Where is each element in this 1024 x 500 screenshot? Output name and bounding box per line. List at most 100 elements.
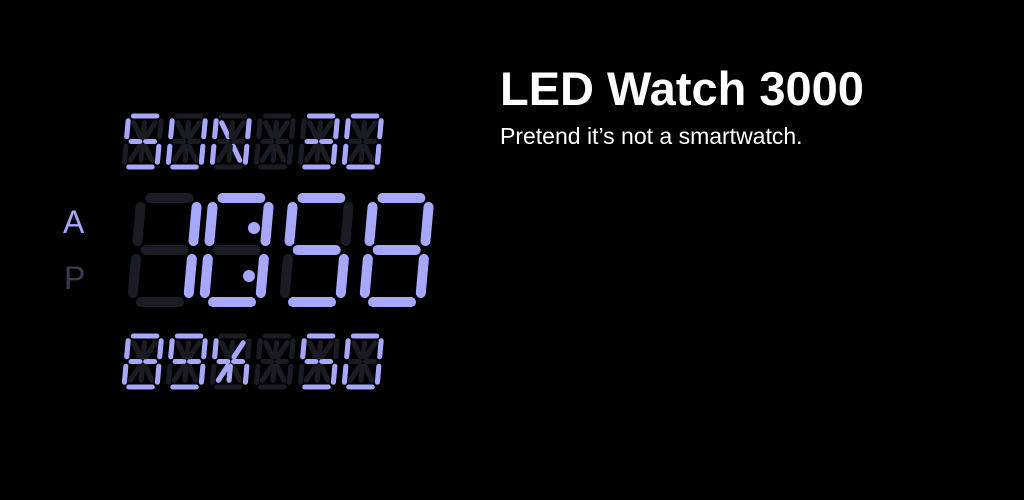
bottom-row-char-2: [209, 333, 252, 390]
segment-e: [121, 363, 129, 385]
segment-f: [212, 118, 219, 140]
am-indicator: A: [63, 204, 85, 240]
segment-b: [201, 338, 208, 360]
segment-f: [256, 118, 263, 140]
segment-i: [360, 120, 368, 140]
segment-j: [231, 340, 246, 360]
segment-m: [182, 363, 189, 383]
segment-k: [171, 363, 187, 383]
segment-c: [242, 143, 250, 165]
time-digit-3: [359, 193, 434, 307]
segment-l: [362, 363, 375, 383]
segment-m: [270, 143, 277, 163]
segment-c: [374, 143, 382, 165]
segment-c: [242, 363, 250, 385]
segment-h: [263, 340, 275, 360]
top-row-char-2: [209, 113, 252, 170]
segment-b: [289, 118, 296, 140]
segment-i: [228, 340, 236, 360]
segment-k: [347, 143, 363, 163]
time-colon-dot-1: [243, 270, 255, 282]
segment-f: [168, 118, 175, 140]
segment-m: [314, 363, 321, 383]
segment-c: [286, 143, 294, 165]
segment-f: [300, 118, 307, 140]
segment-h: [307, 120, 319, 140]
segment-j: [319, 340, 334, 360]
segment-i: [140, 120, 148, 140]
segment-k: [127, 363, 143, 383]
segment-b: [340, 202, 354, 246]
segment-h: [175, 120, 187, 140]
segment-e: [209, 363, 217, 385]
segment-e: [297, 143, 305, 165]
segment-m: [138, 363, 145, 383]
led-watch-display: A P: [0, 0, 480, 500]
segment-c: [335, 254, 349, 298]
segment-j: [363, 340, 378, 360]
segment-e: [297, 363, 305, 385]
segment-l: [186, 143, 199, 163]
segment-j: [143, 120, 158, 140]
segment-e: [121, 143, 129, 165]
segment-b: [260, 202, 274, 246]
segment-l: [230, 143, 243, 163]
segment-b: [188, 202, 202, 246]
segment-h: [175, 340, 187, 360]
segment-f: [168, 338, 175, 360]
segment-f: [124, 118, 131, 140]
segment-c: [415, 254, 429, 298]
segment-i: [360, 340, 368, 360]
led-segment-display: [121, 113, 434, 390]
segment-k: [259, 363, 275, 383]
segment-j: [319, 120, 334, 140]
time-digit-2: [279, 193, 354, 307]
segment-l: [142, 143, 155, 163]
segment-b: [377, 118, 384, 140]
segment-j: [187, 120, 202, 140]
segment-c: [286, 363, 294, 385]
segment-h: [263, 120, 275, 140]
segment-f: [124, 338, 131, 360]
segment-c: [255, 254, 269, 298]
segment-l: [230, 363, 243, 383]
segment-e: [341, 143, 349, 165]
segment-f: [132, 202, 146, 246]
segment-m: [138, 143, 145, 163]
top-row-char-1: [165, 113, 208, 170]
segment-i: [316, 120, 324, 140]
segment-e: [165, 363, 173, 385]
bottom-row-char-0: [121, 333, 164, 390]
segment-l: [186, 363, 199, 383]
segment-m: [226, 363, 233, 383]
segment-e: [279, 254, 293, 298]
segment-k: [303, 363, 319, 383]
segment-c: [330, 363, 338, 385]
segment-b: [245, 338, 252, 360]
top-row-char-0: [121, 113, 164, 170]
segment-h: [131, 340, 143, 360]
segment-f: [204, 202, 218, 246]
segment-b: [289, 338, 296, 360]
segment-b: [333, 118, 340, 140]
app-tagline: Pretend it’s not a smartwatch.: [500, 123, 803, 149]
segment-f: [212, 338, 219, 360]
segment-k: [259, 143, 275, 163]
bottom-row-char-5: [341, 333, 384, 390]
segment-m: [358, 143, 365, 163]
segment-e: [165, 143, 173, 165]
segment-e: [199, 254, 213, 298]
segment-f: [344, 118, 351, 140]
app-title: LED Watch 3000: [500, 62, 864, 115]
segment-f: [284, 202, 298, 246]
segment-f: [344, 338, 351, 360]
segment-f: [256, 338, 263, 360]
segment-k: [215, 143, 231, 163]
segment-b: [157, 338, 164, 360]
segment-c: [154, 143, 162, 165]
segment-h: [351, 120, 363, 140]
segment-i: [184, 340, 192, 360]
segment-i: [184, 120, 192, 140]
segment-j: [187, 340, 202, 360]
segment-l: [318, 143, 331, 163]
